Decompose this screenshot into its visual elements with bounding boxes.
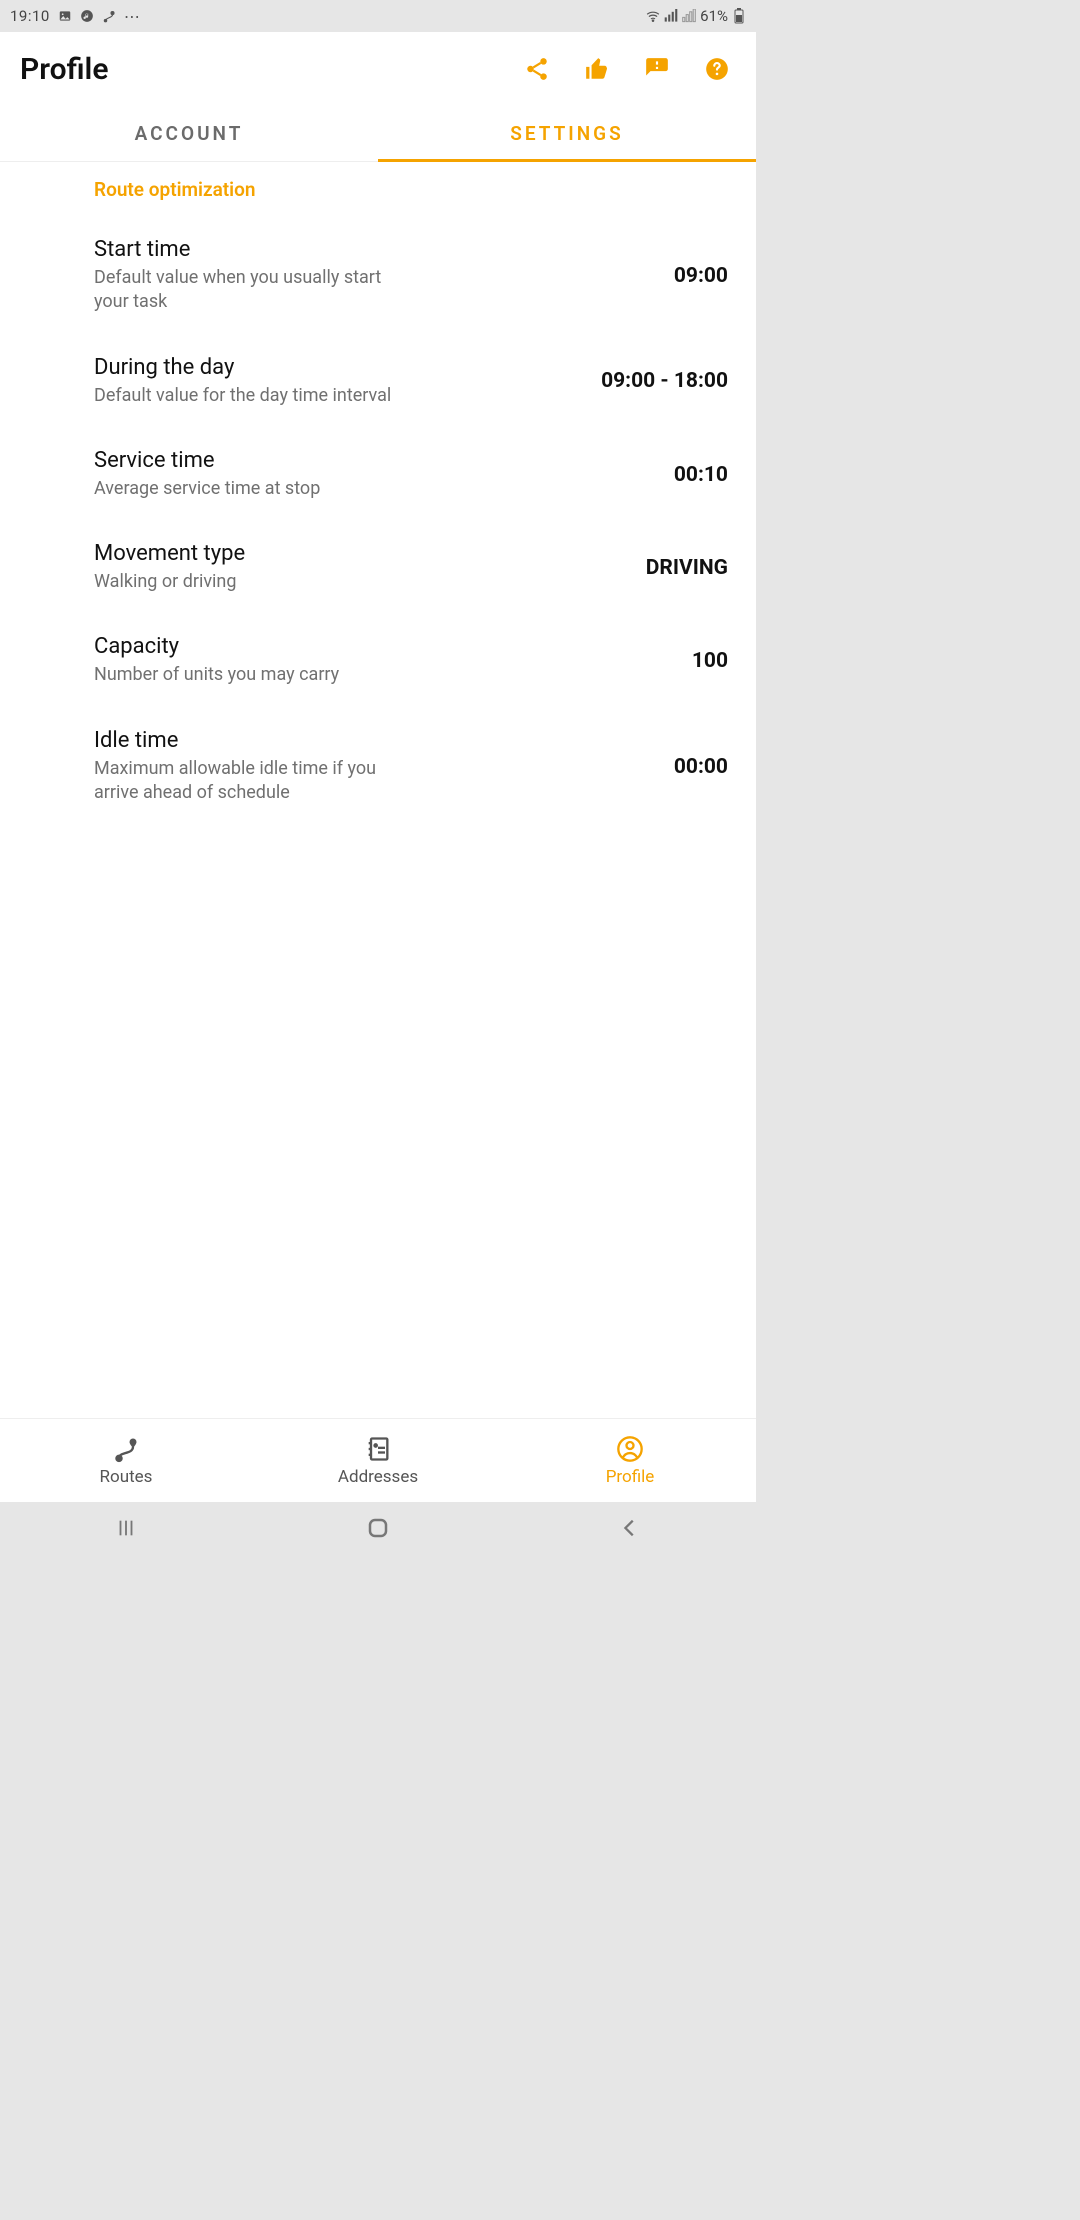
setting-subtitle: Maximum allowable idle time if you arriv… bbox=[94, 757, 394, 806]
battery-icon bbox=[732, 9, 746, 23]
setting-title: Capacity bbox=[94, 634, 676, 659]
setting-value: 09:00 - 18:00 bbox=[601, 369, 728, 393]
route-icon bbox=[112, 1435, 140, 1463]
system-nav-bar bbox=[0, 1502, 756, 1554]
recents-button[interactable] bbox=[66, 1517, 186, 1539]
nav-addresses[interactable]: Addresses bbox=[252, 1419, 504, 1502]
settings-content[interactable]: Route optimization Start time Default va… bbox=[0, 162, 756, 1418]
setting-subtitle: Number of units you may carry bbox=[94, 663, 394, 687]
status-bar: 19:10 ⋯ 61% bbox=[0, 0, 756, 32]
feedback-icon[interactable] bbox=[644, 56, 670, 82]
tab-account[interactable]: ACCOUNT bbox=[0, 106, 378, 161]
bottom-nav: Routes Addresses Profile bbox=[0, 1418, 756, 1502]
more-icon: ⋯ bbox=[124, 7, 141, 26]
setting-value: 00:00 bbox=[674, 755, 728, 779]
setting-value: 100 bbox=[692, 649, 728, 673]
nav-label: Profile bbox=[606, 1467, 655, 1487]
music-icon bbox=[80, 9, 94, 23]
setting-subtitle: Default value when you usually start you… bbox=[94, 266, 394, 315]
profile-icon bbox=[616, 1435, 644, 1463]
battery-text: 61% bbox=[700, 7, 728, 25]
setting-during-day[interactable]: During the day Default value for the day… bbox=[94, 335, 728, 428]
tab-account-label: ACCOUNT bbox=[135, 122, 244, 145]
signal-icon bbox=[664, 9, 678, 23]
address-book-icon bbox=[364, 1435, 392, 1463]
setting-start-time[interactable]: Start time Default value when you usuall… bbox=[94, 217, 728, 335]
image-icon bbox=[58, 9, 72, 23]
signal-roaming-icon bbox=[682, 9, 696, 23]
share-icon[interactable] bbox=[524, 56, 550, 82]
tabs: ACCOUNT SETTINGS bbox=[0, 106, 756, 162]
route-small-icon bbox=[102, 9, 116, 23]
setting-title: Idle time bbox=[94, 728, 658, 753]
page-title: Profile bbox=[20, 52, 108, 87]
tab-settings[interactable]: SETTINGS bbox=[378, 106, 756, 161]
setting-subtitle: Walking or driving bbox=[94, 570, 394, 594]
setting-value: 09:00 bbox=[674, 264, 728, 288]
setting-title: Start time bbox=[94, 237, 658, 262]
setting-movement-type[interactable]: Movement type Walking or driving DRIVING bbox=[94, 521, 728, 614]
thumbs-up-icon[interactable] bbox=[584, 56, 610, 82]
setting-service-time[interactable]: Service time Average service time at sto… bbox=[94, 428, 728, 521]
app-bar: Profile bbox=[0, 32, 756, 106]
setting-subtitle: Average service time at stop bbox=[94, 477, 394, 501]
nav-routes[interactable]: Routes bbox=[0, 1419, 252, 1502]
nav-label: Routes bbox=[100, 1467, 153, 1487]
setting-title: Movement type bbox=[94, 541, 630, 566]
setting-subtitle: Default value for the day time interval bbox=[94, 384, 394, 408]
back-button[interactable] bbox=[570, 1517, 690, 1539]
nav-label: Addresses bbox=[338, 1467, 418, 1487]
setting-idle-time[interactable]: Idle time Maximum allowable idle time if… bbox=[94, 708, 728, 826]
setting-title: During the day bbox=[94, 355, 585, 380]
nav-profile[interactable]: Profile bbox=[504, 1419, 756, 1502]
status-time: 19:10 bbox=[10, 7, 50, 25]
setting-value: DRIVING bbox=[646, 556, 728, 580]
section-route-optimization: Route optimization bbox=[94, 172, 728, 217]
setting-value: 00:10 bbox=[674, 463, 728, 487]
help-icon[interactable] bbox=[704, 56, 730, 82]
setting-title: Service time bbox=[94, 448, 658, 473]
home-button[interactable] bbox=[318, 1516, 438, 1540]
tab-settings-label: SETTINGS bbox=[510, 122, 623, 145]
wifi-icon bbox=[646, 9, 660, 23]
setting-capacity[interactable]: Capacity Number of units you may carry 1… bbox=[94, 614, 728, 707]
